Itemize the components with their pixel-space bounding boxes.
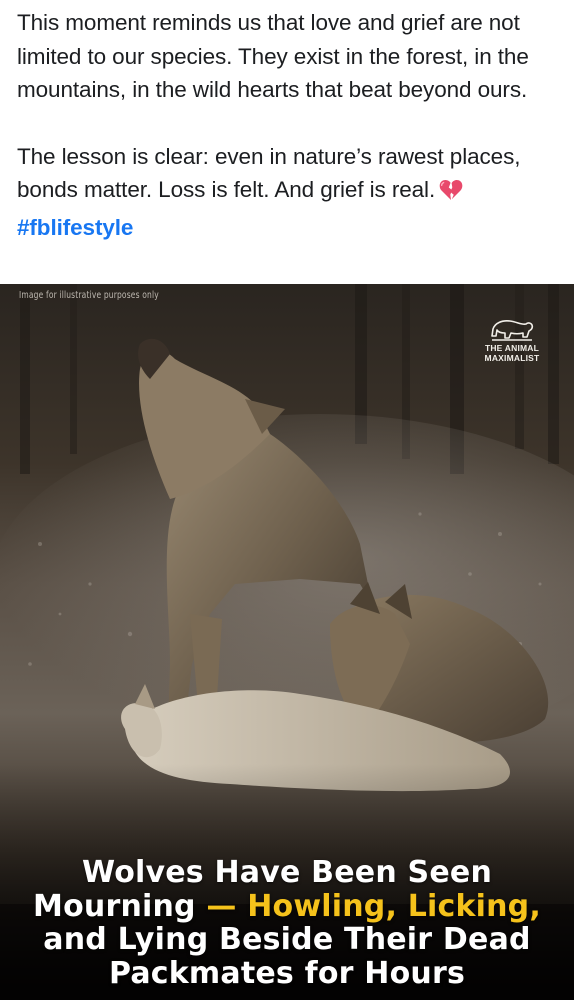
broken-heart-icon [439, 177, 463, 211]
post-paragraph-2: The lesson is clear: even in nature’s ra… [17, 140, 562, 245]
headline-line-1: Wolves Have Been Seen [81, 855, 493, 890]
headline-line-4: Packmates for Hours [108, 955, 466, 991]
bear-logo-icon [491, 320, 534, 341]
hashtag-link[interactable]: #fblifestyle [17, 215, 133, 240]
headline-line-3: and Lying Beside Their Dead [43, 922, 531, 957]
post-paragraph-1: This moment reminds us that love and gri… [17, 10, 529, 102]
headline-line-2: Mourning — Howling, Licking, [0, 888, 574, 924]
watermark-line-2: MAXIMALIST [484, 352, 540, 363]
headline-line-2-white: Mourning [33, 888, 196, 924]
image-disclaimer: Image for illustrative purposes only [19, 290, 159, 301]
post-image[interactable]: Image for illustrative purposes only THE… [0, 284, 574, 1000]
post-caption: This moment reminds us that love and gri… [17, 6, 562, 244]
headline-line-2-accent: — Howling, Licking, [206, 888, 541, 924]
image-headline: Wolves Have Been Seen Mourning — Howling… [0, 856, 574, 990]
watermark-logo: THE ANIMAL MAXIMALIST [478, 316, 546, 363]
